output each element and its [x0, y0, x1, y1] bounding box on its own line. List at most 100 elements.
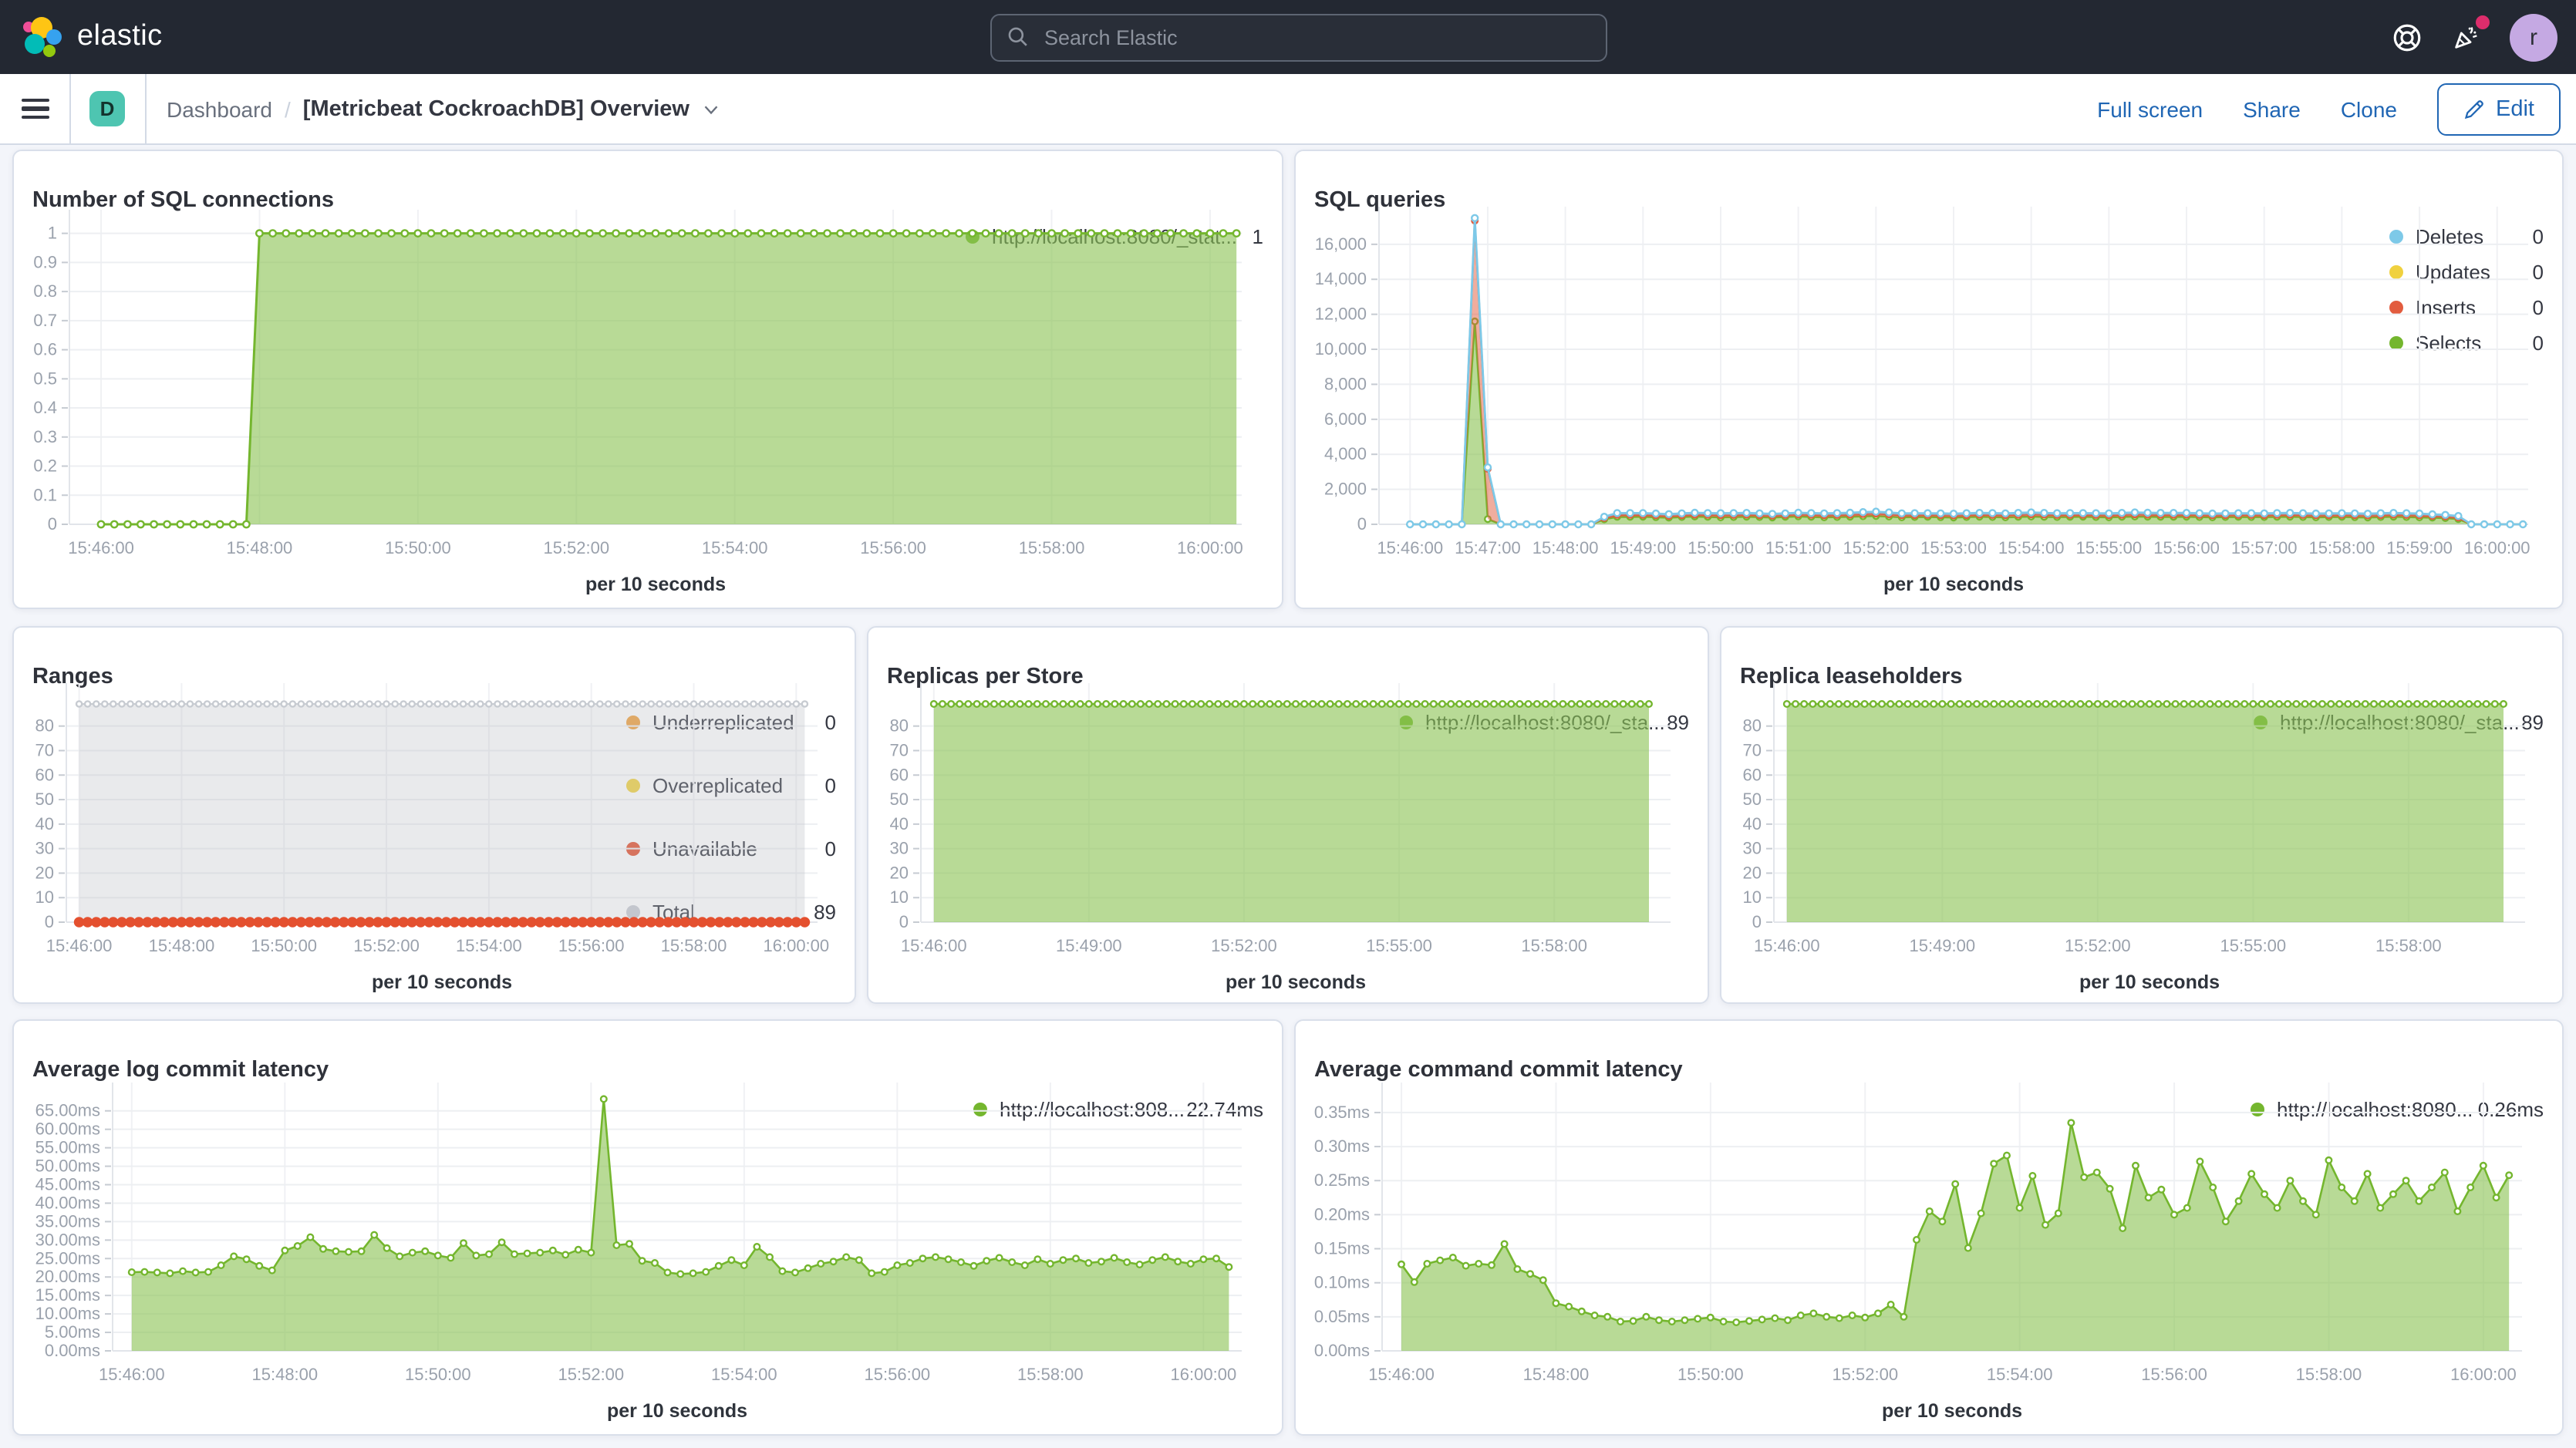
- panel-sql-queries: SQL queries 15:46:0015:47:0015:48:0015:4…: [1294, 150, 2564, 609]
- dashboard-toolbar: D Dashboard / [Metricbeat CockroachDB] O…: [0, 74, 2576, 145]
- svg-text:15:55:00: 15:55:00: [2076, 538, 2143, 557]
- replica-leaseholders-chart[interactable]: 15:46:0015:49:0015:52:0015:55:0015:58:00…: [1721, 671, 2254, 999]
- svg-text:80: 80: [890, 716, 909, 736]
- svg-text:0: 0: [1752, 912, 1762, 931]
- search-area: [330, 13, 2267, 61]
- svg-text:15:46:00: 15:46:00: [46, 936, 113, 955]
- news-icon[interactable]: [2450, 20, 2483, 54]
- svg-text:15:52:00: 15:52:00: [1832, 1365, 1898, 1384]
- svg-text:20: 20: [35, 863, 54, 882]
- svg-text:10: 10: [1743, 887, 1762, 907]
- svg-text:4,000: 4,000: [1324, 444, 1367, 463]
- svg-text:6,000: 6,000: [1324, 409, 1367, 429]
- series-area: [934, 704, 1649, 922]
- notification-dot: [2476, 15, 2490, 29]
- svg-text:40: 40: [890, 814, 909, 833]
- svg-text:per 10 seconds: per 10 seconds: [1883, 574, 2024, 595]
- svg-text:15:46:00: 15:46:00: [99, 1365, 165, 1384]
- svg-text:5.00ms: 5.00ms: [45, 1322, 100, 1342]
- elastic-logo[interactable]: elastic: [0, 16, 330, 58]
- svg-text:15:50:00: 15:50:00: [1688, 538, 1754, 557]
- svg-text:15:57:00: 15:57:00: [2231, 538, 2298, 557]
- svg-text:15:46:00: 15:46:00: [1377, 538, 1443, 557]
- series-line: [1410, 322, 2523, 524]
- svg-text:14,000: 14,000: [1315, 269, 1367, 288]
- series-area: [1401, 1123, 2509, 1351]
- series-area: [1410, 218, 2523, 524]
- series-area: [101, 234, 1236, 524]
- panel-replica-leaseholders: Replica leaseholders 15:46:0015:49:0015:…: [1720, 626, 2564, 1004]
- dashboard-app-badge[interactable]: D: [89, 91, 125, 126]
- svg-text:60: 60: [890, 765, 909, 784]
- replicas-per-store-chart[interactable]: 15:46:0015:49:0015:52:0015:55:0015:58:00…: [868, 671, 1399, 999]
- svg-text:15:48:00: 15:48:00: [149, 936, 215, 955]
- svg-text:per 10 seconds: per 10 seconds: [372, 972, 512, 993]
- search-input[interactable]: [1041, 24, 1590, 50]
- full-screen-button[interactable]: Full screen: [2097, 96, 2203, 121]
- svg-text:per 10 seconds: per 10 seconds: [2079, 972, 2220, 993]
- svg-text:16:00:00: 16:00:00: [1177, 538, 1243, 557]
- divider: [145, 74, 147, 143]
- svg-text:15:50:00: 15:50:00: [405, 1365, 471, 1384]
- chart-svg: 15:46:0015:49:0015:52:0015:55:0015:58:00…: [868, 671, 1689, 999]
- svg-text:60.00ms: 60.00ms: [35, 1120, 100, 1139]
- series-area: [1787, 704, 2504, 922]
- svg-text:0.00ms: 0.00ms: [45, 1341, 100, 1360]
- svg-text:0: 0: [1357, 514, 1367, 534]
- svg-text:15:58:00: 15:58:00: [661, 936, 727, 955]
- menu-icon[interactable]: [22, 99, 49, 119]
- svg-text:15:56:00: 15:56:00: [860, 538, 926, 557]
- svg-text:15:58:00: 15:58:00: [2296, 1365, 2362, 1384]
- svg-text:10,000: 10,000: [1315, 339, 1367, 359]
- sql-queries-chart[interactable]: 15:46:0015:47:0015:48:0015:49:0015:50:00…: [1296, 194, 2389, 604]
- series-area: [1410, 322, 2523, 524]
- svg-text:35.00ms: 35.00ms: [35, 1211, 100, 1231]
- svg-text:0.35ms: 0.35ms: [1314, 1103, 1370, 1122]
- svg-text:70: 70: [1743, 740, 1762, 759]
- sql-connections-chart[interactable]: 15:46:0015:48:0015:50:0015:52:0015:54:00…: [14, 194, 966, 604]
- svg-text:0: 0: [48, 514, 57, 534]
- svg-text:12,000: 12,000: [1315, 305, 1367, 324]
- svg-text:0: 0: [45, 912, 54, 931]
- edit-button-label: Edit: [2496, 96, 2534, 121]
- svg-text:15:49:00: 15:49:00: [1056, 936, 1122, 955]
- share-button[interactable]: Share: [2243, 96, 2301, 121]
- avg-log-commit-latency-chart[interactable]: 15:46:0015:48:0015:50:0015:52:0015:54:00…: [14, 1064, 973, 1431]
- avg-command-commit-latency-chart[interactable]: 15:46:0015:48:0015:50:0015:52:0015:54:00…: [1296, 1064, 2251, 1431]
- panel-avg-log-commit-latency: Average log commit latency 15:46:0015:48…: [12, 1019, 1283, 1436]
- svg-text:16:00:00: 16:00:00: [764, 936, 830, 955]
- chart-svg: 15:46:0015:49:0015:52:0015:55:0015:58:00…: [1721, 671, 2544, 999]
- svg-text:2,000: 2,000: [1324, 480, 1367, 499]
- svg-text:20.00ms: 20.00ms: [35, 1267, 100, 1286]
- chart-svg: 15:46:0015:47:0015:48:0015:49:0015:50:00…: [1296, 194, 2544, 604]
- svg-text:per 10 seconds: per 10 seconds: [607, 1400, 747, 1422]
- global-search[interactable]: [990, 13, 1607, 61]
- svg-text:30: 30: [35, 839, 54, 858]
- svg-text:per 10 seconds: per 10 seconds: [585, 574, 726, 595]
- help-icon[interactable]: [2389, 20, 2423, 54]
- svg-text:15:56:00: 15:56:00: [558, 936, 625, 955]
- svg-text:30: 30: [1743, 839, 1762, 858]
- svg-text:0.3: 0.3: [33, 427, 57, 446]
- svg-text:per 10 seconds: per 10 seconds: [1882, 1400, 2022, 1422]
- breadcrumb-dashboard[interactable]: Dashboard: [167, 96, 272, 121]
- svg-text:15:58:00: 15:58:00: [2375, 936, 2442, 955]
- svg-text:10: 10: [35, 887, 54, 907]
- user-avatar[interactable]: r: [2510, 13, 2557, 61]
- svg-text:15:46:00: 15:46:00: [901, 936, 967, 955]
- svg-text:15:58:00: 15:58:00: [1017, 1365, 1084, 1384]
- chevron-down-icon[interactable]: [702, 99, 720, 118]
- svg-text:15:52:00: 15:52:00: [558, 1365, 625, 1384]
- svg-text:15:55:00: 15:55:00: [2220, 936, 2287, 955]
- svg-text:0.8: 0.8: [33, 281, 57, 301]
- ranges-chart[interactable]: 15:46:0015:48:0015:50:0015:52:0015:54:00…: [14, 671, 626, 999]
- svg-text:15:56:00: 15:56:00: [2153, 538, 2220, 557]
- svg-text:15:52:00: 15:52:00: [543, 538, 609, 557]
- svg-text:0.10ms: 0.10ms: [1314, 1273, 1370, 1292]
- chart-svg: 15:46:0015:48:0015:50:0015:52:0015:54:00…: [14, 671, 836, 999]
- clone-button[interactable]: Clone: [2341, 96, 2397, 121]
- svg-text:15:54:00: 15:54:00: [702, 538, 768, 557]
- svg-text:16,000: 16,000: [1315, 234, 1367, 254]
- edit-button[interactable]: Edit: [2437, 83, 2561, 135]
- svg-text:50: 50: [890, 790, 909, 809]
